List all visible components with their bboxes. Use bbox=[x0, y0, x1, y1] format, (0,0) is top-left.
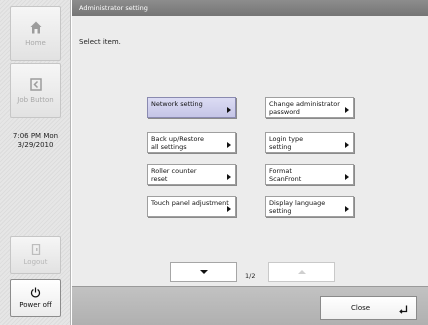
backup-restore-button[interactable]: Back up/Restore all settings bbox=[147, 132, 236, 153]
option-label-line2: all settings bbox=[151, 142, 187, 151]
job-button-label: Job Button bbox=[17, 95, 54, 104]
change-admin-password-button[interactable]: Change administrator password bbox=[265, 97, 354, 118]
previous-page-button[interactable] bbox=[268, 262, 335, 282]
power-off-label: Power off bbox=[19, 301, 52, 309]
chevron-right-icon bbox=[345, 142, 349, 148]
login-type-setting-button[interactable]: Login type setting bbox=[265, 132, 354, 153]
clock-time: 7:06 PM Mon bbox=[12, 132, 59, 140]
chevron-up-icon bbox=[297, 270, 306, 274]
next-page-button[interactable] bbox=[170, 262, 237, 282]
close-label: Close bbox=[351, 304, 371, 312]
chevron-right-icon bbox=[345, 206, 349, 212]
chevron-right-icon bbox=[345, 107, 349, 113]
chevron-right-icon bbox=[227, 142, 231, 148]
home-button[interactable]: Home bbox=[10, 6, 61, 61]
page-title: Administrator setting bbox=[79, 4, 148, 12]
home-icon bbox=[30, 21, 41, 33]
select-item-prompt: Select item. bbox=[79, 38, 121, 46]
display-language-setting-button[interactable]: Display language setting bbox=[265, 196, 354, 217]
logout-button[interactable]: Logout bbox=[10, 236, 61, 274]
logout-icon bbox=[31, 244, 40, 255]
roller-counter-reset-button[interactable]: Roller counter reset bbox=[147, 164, 236, 185]
job-button-icon bbox=[29, 77, 42, 91]
home-label: Home bbox=[25, 38, 46, 47]
network-setting-button[interactable]: Network setting bbox=[147, 97, 236, 118]
option-label-line2: setting bbox=[269, 142, 292, 151]
power-off-button[interactable]: Power off bbox=[10, 279, 61, 317]
close-button[interactable]: Close bbox=[320, 296, 417, 320]
option-label-line2: password bbox=[269, 107, 300, 116]
format-scanfront-button[interactable]: Format ScanFront bbox=[265, 164, 354, 185]
sidebar: Home Job Button 7:06 PM Mon 3/29/2010 Lo… bbox=[0, 0, 71, 325]
option-label-line2: setting bbox=[269, 206, 292, 215]
touch-panel-adjustment-button[interactable]: Touch panel adjustment bbox=[147, 196, 236, 217]
option-label-line2: reset bbox=[151, 174, 168, 183]
job-button[interactable]: Job Button bbox=[10, 63, 61, 118]
chevron-down-icon bbox=[199, 270, 208, 274]
option-label-line2: ScanFront bbox=[269, 174, 302, 183]
chevron-right-icon bbox=[345, 174, 349, 180]
power-icon bbox=[30, 287, 41, 298]
chevron-right-icon bbox=[227, 206, 231, 212]
logout-label: Logout bbox=[23, 258, 48, 266]
clock: 7:06 PM Mon 3/29/2010 bbox=[0, 132, 71, 150]
option-label: Touch panel adjustment bbox=[151, 199, 229, 207]
enter-icon bbox=[399, 305, 408, 314]
chevron-right-icon bbox=[227, 174, 231, 180]
main-panel: Select item. Network setting Change admi… bbox=[72, 16, 428, 286]
clock-date: 3/29/2010 bbox=[17, 141, 54, 149]
option-label: Network setting bbox=[151, 100, 203, 108]
title-bar: Administrator setting bbox=[72, 0, 428, 16]
chevron-right-icon bbox=[227, 107, 231, 113]
bottom-bar: Close bbox=[72, 286, 428, 325]
page-indicator: 1/2 bbox=[245, 272, 256, 280]
